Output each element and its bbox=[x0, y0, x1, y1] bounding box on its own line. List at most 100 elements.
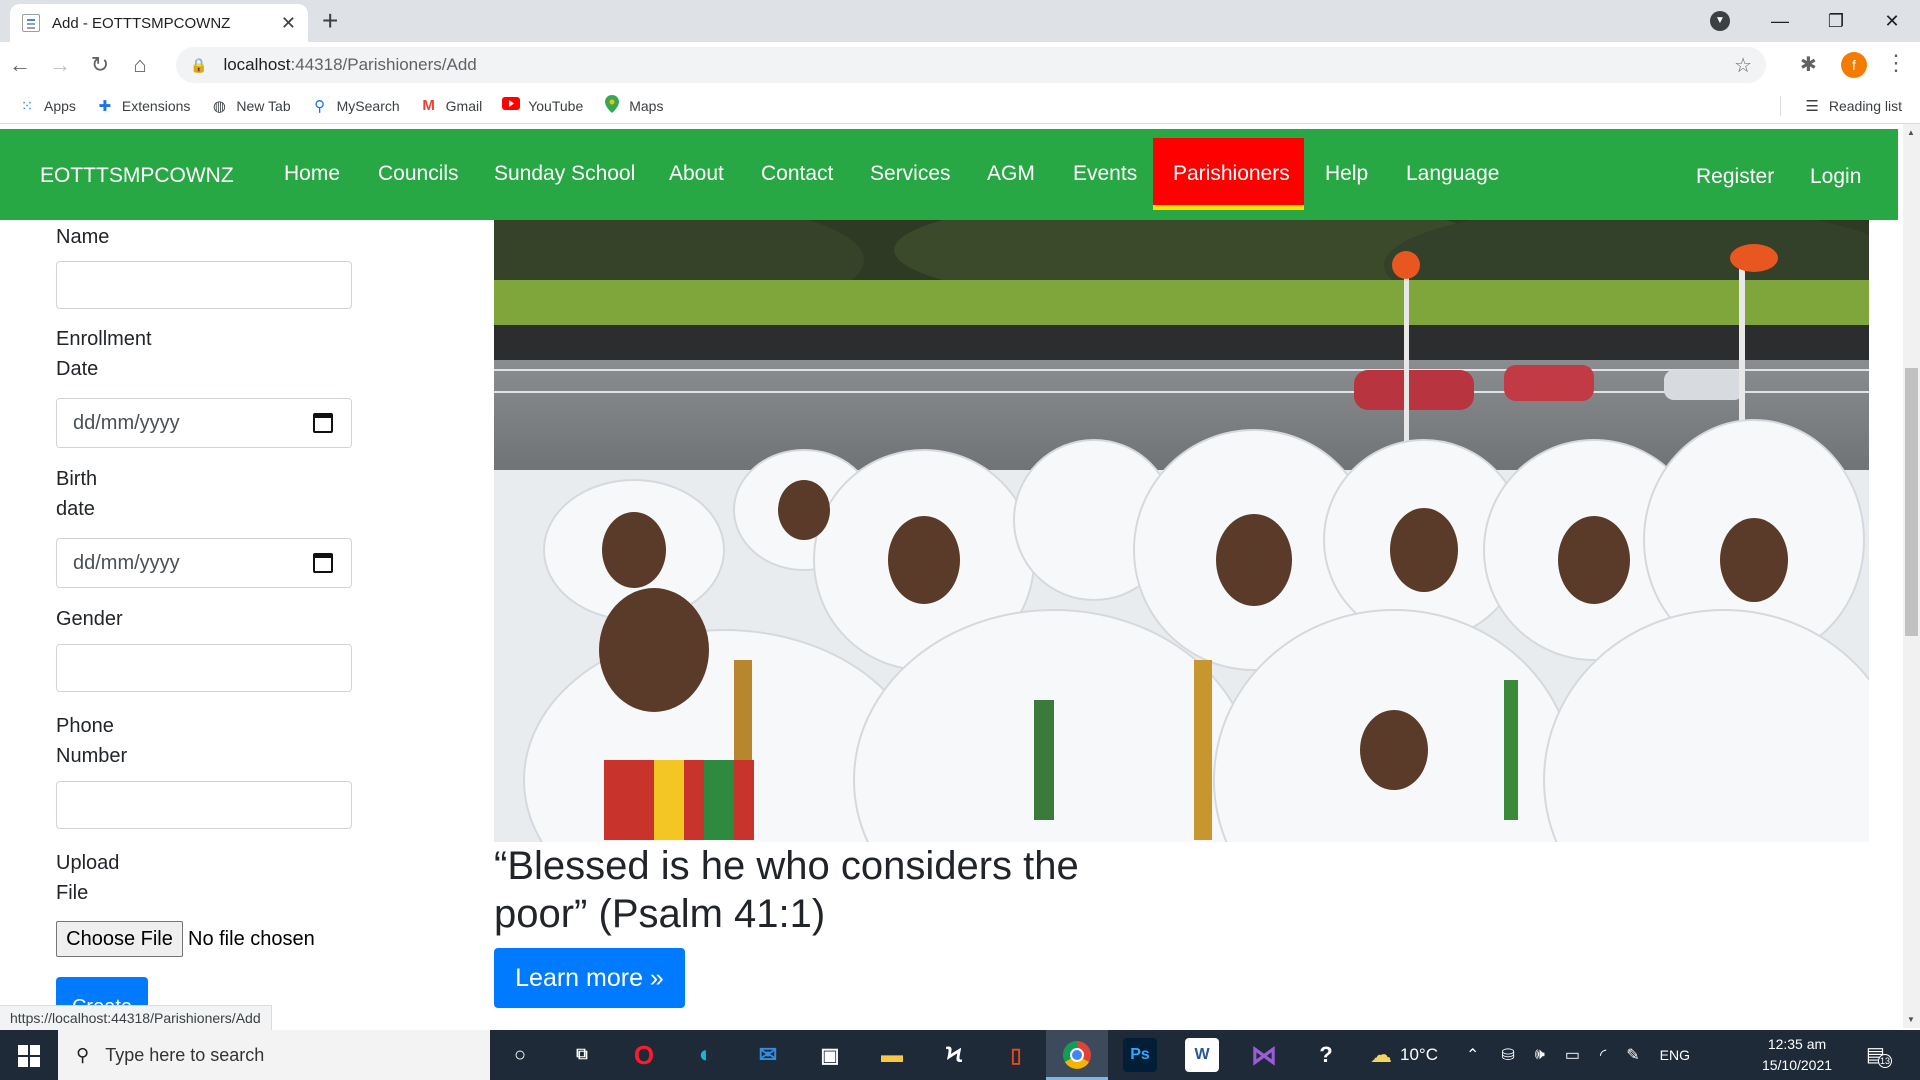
register-link[interactable]: Register bbox=[1696, 165, 1774, 189]
chrome-menu-icon[interactable]: ⋮ bbox=[1885, 50, 1907, 76]
edge-icon[interactable]: ◐ bbox=[689, 1038, 723, 1072]
hero-quote: “Blessed is he who considers the poor” (… bbox=[494, 844, 1079, 936]
weather-icon[interactable]: ☁ bbox=[1370, 1042, 1392, 1068]
bookmark-extensions[interactable]: ✚ Extensions bbox=[96, 97, 191, 115]
nav-help[interactable]: Help bbox=[1325, 162, 1368, 186]
close-tab-icon[interactable]: ✕ bbox=[281, 13, 296, 34]
volume-icon[interactable]: 🕪 bbox=[1535, 1046, 1545, 1064]
scroll-up-icon[interactable]: ▲ bbox=[1907, 128, 1915, 137]
tab-search-icon[interactable]: ▼ bbox=[1710, 11, 1730, 31]
search-icon: ⚲ bbox=[314, 97, 326, 115]
cortana-icon[interactable]: ○ bbox=[503, 1038, 537, 1072]
opera-icon[interactable]: O bbox=[627, 1038, 661, 1072]
battery-icon[interactable]: ▭ bbox=[1565, 1045, 1580, 1065]
bookmark-star-icon[interactable]: ☆ bbox=[1734, 53, 1752, 78]
nav-sunday-school[interactable]: Sunday School bbox=[494, 162, 635, 186]
page-scrollbar[interactable]: ▲ ▼ bbox=[1903, 124, 1920, 1028]
nav-events[interactable]: Events bbox=[1073, 162, 1137, 186]
home-icon[interactable]: ⌂ bbox=[120, 52, 160, 78]
gender-input[interactable] bbox=[56, 644, 352, 692]
enrollment-date-label: Enrollment Date bbox=[56, 328, 152, 380]
reading-list-icon: ☰ bbox=[1805, 98, 1819, 115]
nav-language[interactable]: Language bbox=[1406, 162, 1499, 186]
store-icon[interactable]: ▣ bbox=[813, 1038, 847, 1072]
search-icon: ⚲ bbox=[76, 1044, 90, 1065]
url-path: :44318/Parishioners/Add bbox=[290, 55, 477, 74]
nav-contact[interactable]: Contact bbox=[761, 162, 833, 186]
name-input[interactable] bbox=[56, 261, 352, 309]
calendar-icon[interactable] bbox=[313, 413, 333, 433]
windows-start-icon[interactable] bbox=[18, 1045, 40, 1067]
bookmark-youtube[interactable]: YouTube bbox=[502, 97, 583, 114]
nav-parishioners-label: Parishioners bbox=[1173, 162, 1290, 185]
browser-tab[interactable]: Add - EOTTTSMPCOWNZ ✕ bbox=[10, 4, 308, 42]
bookmarks-bar: ⁙ Apps ✚ Extensions ◍ New Tab ⚲ MySearch M Gm… bbox=[0, 88, 1920, 124]
site-brand[interactable]: EOTTTSMPCOWNZ bbox=[40, 164, 234, 188]
bookmark-mysearch[interactable]: ⚲ MySearch bbox=[311, 97, 400, 115]
bookmark-gmail[interactable]: M Gmail bbox=[420, 97, 482, 114]
notifications-icon[interactable]: ▤ 13 bbox=[1866, 1042, 1892, 1068]
phone-number-input[interactable] bbox=[56, 781, 352, 829]
nav-home[interactable]: Home bbox=[284, 162, 340, 186]
address-bar[interactable]: 🔒 localhost:44318/Parishioners/Add ☆ bbox=[176, 47, 1766, 83]
choose-file-button[interactable]: Choose File bbox=[56, 921, 183, 957]
nav-services[interactable]: Services bbox=[870, 162, 951, 186]
upload-file-label: Upload File bbox=[56, 852, 120, 904]
reading-list-label: Reading list bbox=[1828, 98, 1902, 114]
profile-avatar[interactable]: f bbox=[1841, 52, 1867, 78]
bookmark-apps[interactable]: ⁙ Apps bbox=[18, 97, 76, 115]
calendar-icon[interactable] bbox=[313, 553, 333, 573]
extensions-puzzle-icon[interactable]: ✱ bbox=[1800, 52, 1817, 77]
word-icon[interactable]: W bbox=[1185, 1038, 1219, 1072]
file-explorer-icon[interactable]: ▬ bbox=[875, 1038, 909, 1072]
minimize-window-button[interactable]: — bbox=[1752, 11, 1808, 32]
youtube-icon bbox=[502, 97, 521, 114]
status-bar-url: https://localhost:44318/Parishioners/Add bbox=[0, 1005, 272, 1031]
nav-parishioners[interactable]: Parishioners bbox=[1153, 138, 1304, 210]
learn-more-button[interactable]: Learn more » bbox=[494, 948, 685, 1008]
bookmark-maps[interactable]: Maps bbox=[603, 94, 664, 117]
taskbar-search-box[interactable]: ⚲ Type here to search bbox=[58, 1030, 490, 1080]
url-host: localhost bbox=[223, 55, 291, 74]
reload-icon[interactable]: ↻ bbox=[80, 52, 120, 78]
system-clock[interactable]: 12:35 am 15/10/2021 bbox=[1752, 1034, 1842, 1076]
restore-window-button[interactable]: ❐ bbox=[1808, 11, 1864, 32]
nav-councils[interactable]: Councils bbox=[378, 162, 459, 186]
page-viewport: EOTTTSMPCOWNZ Home Councils Sunday Schoo… bbox=[0, 124, 1920, 1028]
office-icon[interactable]: ▯ bbox=[999, 1038, 1033, 1072]
close-window-button[interactable]: ✕ bbox=[1864, 11, 1920, 32]
chrome-taskbar-active[interactable] bbox=[1046, 1030, 1108, 1080]
wifi-icon[interactable]: ◜ bbox=[1600, 1045, 1606, 1065]
browser-toolbar: ← → ↻ ⌂ 🔒 localhost:44318/Parishioners/A… bbox=[0, 42, 1920, 88]
lock-icon[interactable]: 🔒 bbox=[190, 57, 207, 74]
task-view-icon[interactable]: ⧉ bbox=[565, 1038, 599, 1072]
enrollment-date-input[interactable]: dd/mm/yyyy bbox=[56, 398, 352, 448]
help-app-icon[interactable]: ? bbox=[1309, 1038, 1343, 1072]
browser-tab-strip: Add - EOTTTSMPCOWNZ ✕ + ▼ — ❐ ✕ bbox=[0, 0, 1920, 42]
gender-label: Gender bbox=[56, 608, 123, 630]
bookmark-label: Maps bbox=[629, 97, 664, 114]
scrollbar-thumb[interactable] bbox=[1905, 368, 1918, 636]
app-s-icon[interactable]: Ϟ bbox=[937, 1038, 971, 1072]
language-indicator[interactable]: ENG bbox=[1660, 1047, 1690, 1063]
photoshop-icon[interactable]: Ps bbox=[1123, 1038, 1157, 1072]
forward-arrow-icon[interactable]: → bbox=[40, 52, 80, 78]
site-navbar: EOTTTSMPCOWNZ Home Councils Sunday Schoo… bbox=[0, 129, 1898, 220]
weather-temperature[interactable]: 10°C bbox=[1400, 1045, 1438, 1065]
birth-date-label: Birth date bbox=[56, 468, 98, 520]
scroll-down-icon[interactable]: ▼ bbox=[1907, 1015, 1915, 1024]
pen-icon[interactable]: ✎ bbox=[1626, 1045, 1639, 1065]
bookmark-new-tab[interactable]: ◍ New Tab bbox=[210, 97, 291, 115]
back-arrow-icon[interactable]: ← bbox=[0, 52, 40, 78]
login-link[interactable]: Login bbox=[1810, 165, 1861, 189]
show-hidden-icons-icon[interactable]: ⌃ bbox=[1466, 1045, 1479, 1065]
mail-icon[interactable]: ✉ bbox=[751, 1038, 785, 1072]
hero-image bbox=[494, 220, 1869, 842]
new-tab-button[interactable]: + bbox=[322, 6, 338, 36]
reading-list-button[interactable]: ☰ Reading list bbox=[1805, 97, 1902, 115]
network-drive-icon[interactable]: ⛁ bbox=[1501, 1045, 1514, 1065]
nav-agm[interactable]: AGM bbox=[987, 162, 1035, 186]
nav-about[interactable]: About bbox=[669, 162, 724, 186]
visual-studio-icon[interactable]: ⋈ bbox=[1247, 1038, 1281, 1072]
birth-date-input[interactable]: dd/mm/yyyy bbox=[56, 538, 352, 588]
